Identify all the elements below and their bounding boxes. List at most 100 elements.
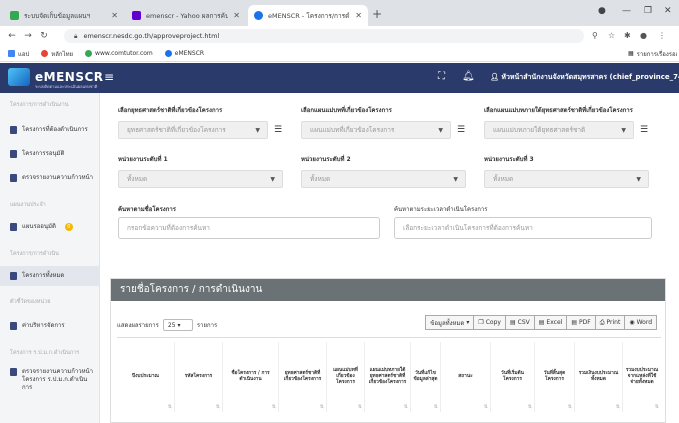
project-search-input[interactable]: กรอกข้อความที่ต้องการค้นหา [118,217,380,239]
column-header[interactable]: วันที่แก้ไขข้อมูลล่าสุด ⇅ [411,342,441,412]
bookmark-favicon-icon [85,50,93,57]
reading-list[interactable]: ▦ รายการเรื่องรออ่าน [628,49,677,59]
org-level-2-select[interactable]: ทั้งหมด ▼ [301,170,466,188]
sort-icon: ⇅ [215,404,220,410]
apps-grid-icon [8,50,15,57]
sub-plan-filter-label: เลือกแผนแม่บทภายใต้ยุทธศาสตร์ชาติที่เกี่… [484,107,633,114]
sidebar: โครงการ/การดำเนินงาน โครงการที่ต้องดำเนิ… [0,93,100,423]
sidebar-item-progress-review[interactable]: ตรวจรายงานความก้าวหน้า [10,174,95,182]
column-header[interactable]: วันที่เริ่มต้นโครงการ ⇅ [491,342,535,412]
bookmark-favicon-icon [41,50,49,57]
reload-icon[interactable]: ↻ [36,31,52,41]
sub-plan-select[interactable]: แผนแม่บทภายใต้ยุทธศาสตร์ชาติ ▼ [484,121,634,139]
column-header[interactable]: รหัสโครงการ ⇅ [175,342,223,412]
bookmark-item[interactable]: eMENSCR [164,50,204,57]
sort-icon: ⇅ [319,404,324,410]
column-header[interactable]: ปีงบประมาณ ⇅ [117,342,175,412]
bookmark-favicon-icon [164,50,172,57]
chevron-down-icon: ▾ [466,319,470,326]
print-button[interactable]: ⎙ Print [594,315,626,330]
browser-tab-bar: ระบบจัดเก็บข้อมูลแผนฯ ✕ emenscr - Yahoo … [0,0,679,26]
sidebar-item-projects-pending[interactable]: โครงการรอนุมัติ [10,150,95,158]
new-tab-button[interactable]: + [372,7,382,21]
hamburger-menu-icon[interactable]: ≡ [104,70,114,84]
sort-icon: ⇅ [167,404,172,410]
sort-icon: ⇅ [483,404,488,410]
user-icon: 👤︎ [490,73,499,81]
sort-icon: ⇅ [271,404,276,410]
page-length-select[interactable]: 25 ▾ [162,319,193,331]
account-icon[interactable]: ● [640,31,647,40]
chevron-down-icon: ▼ [453,176,458,183]
master-plan-select[interactable]: แผนแม่บทที่เกี่ยวข้องโครงการ ▼ [301,121,451,139]
close-tab-icon[interactable]: ✕ [233,11,240,20]
org-level-3-select[interactable]: ทั้งหมด ▼ [484,170,649,188]
profile-icon[interactable]: ● [598,6,606,16]
column-header[interactable]: รวมเงินงบประมาณทั้งหมด ⇅ [575,342,623,412]
grid-icon [10,272,17,280]
extensions-icon[interactable]: ✱ [624,31,631,40]
column-header[interactable]: แผนแม่บทที่เกี่ยวข้องโครงการ ⇅ [327,342,365,412]
tab-favicon-icon [254,11,263,20]
results-panel: รายชื่อโครงการ / การดำเนินงาน แสดงผลรายก… [110,278,666,423]
column-header[interactable]: แผนแม่บทภายใต้ยุทธศาสตร์ชาติที่เกี่ยวข้อ… [365,342,411,412]
sidebar-item-projects-todo[interactable]: โครงการที่ต้องดำเนินการ [10,126,95,134]
copy-icon: ❐ [478,319,484,326]
print-icon: ⎙ [599,318,605,326]
column-header[interactable]: สถานะ ⇅ [441,342,491,412]
document-icon [10,174,17,182]
column-visibility-button[interactable]: ข้อมูลทั้งหมด ▾ [425,315,475,330]
count-badge: 0 [64,223,73,231]
period-search-input[interactable]: เลือกระยะเวลาดำเนินโครงการที่ต้องการค้นห… [394,217,652,239]
browser-tab-2[interactable]: emenscr - Yahoo ผลการค้นหา ✕ [126,5,246,26]
fullscreen-icon[interactable]: ⛶ [438,71,445,82]
browser-tab-1[interactable]: ระบบจัดเก็บข้อมูลแผนฯ ✕ [4,5,124,26]
menu-dots-icon[interactable]: ⋮ [658,31,666,40]
column-header[interactable]: ยุทธศาสตร์ชาติที่เกี่ยวข้องโครงการ ⇅ [279,342,327,412]
sort-icon: ⇅ [567,404,572,410]
pdf-button[interactable]: ▤ PDF [566,315,596,330]
close-tab-icon[interactable]: ✕ [111,11,118,20]
back-arrow-icon[interactable]: ← [4,31,20,41]
strategy-select[interactable]: ยุทธศาสตร์ชาติที่เกี่ยวข้องโครงการ ▼ [118,121,268,139]
sidebar-item-indicators[interactable]: ค่าบริหารจัดการ [10,322,95,330]
close-window-button[interactable]: ✕ [664,6,672,16]
bookmark-item[interactable]: หลักไทย [41,49,73,59]
master-plan-filter-label: เลือกแผนแม่บทที่เกี่ยวข้องโครงการ [301,107,392,114]
sidebar-item-rpmk-progress[interactable]: ตรวจรายงานความก้าวหน้าโครงการ ร.ป.ม.ก.ดำ… [10,368,95,392]
bell-icon[interactable]: 🔔︎ [462,71,475,82]
user-label: หัวหน้าสำนักงานจังหวัดสมุทรสาคร (chief_p… [501,73,679,81]
sort-icon: ⇅ [403,404,408,410]
word-button[interactable]: ◉ Word [624,315,657,330]
zoom-icon[interactable]: ⚲ [592,31,598,40]
list-icon[interactable]: ☰ [455,124,467,136]
close-tab-icon[interactable]: ✕ [355,11,362,20]
address-bar-row: ← → ↻ 🔒︎ emenscr.nesdc.go.th/approveproj… [0,26,679,46]
url-field[interactable]: 🔒︎ emenscr.nesdc.go.th/approveproject.ht… [64,29,584,43]
file-icon: ▤ [538,319,545,326]
sidebar-item-plans-pending[interactable]: แผนรออนุมัติ 0 [10,223,95,231]
csv-button[interactable]: ▤ CSV [504,315,535,330]
list-icon[interactable]: ☰ [638,124,650,136]
maximize-button[interactable]: ❐ [644,6,652,16]
column-header[interactable]: วันที่สิ้นสุดโครงการ ⇅ [535,342,575,412]
forward-arrow-icon[interactable]: → [20,31,36,41]
chevron-down-icon: ▼ [621,127,626,134]
bookmark-apps[interactable]: แอป [8,49,29,59]
chevron-down-icon: ▼ [270,176,275,183]
column-header[interactable]: ชื่อโครงการ / การดำเนินงาน ⇅ [223,342,279,412]
column-header[interactable]: รวมงบประมาณจากแหล่งที่ใช้จ่ายทั้งหมด ⇅ [623,342,661,412]
reading-list-icon: ▦ [628,50,634,57]
list-icon[interactable]: ☰ [272,124,284,136]
org-level-1-select[interactable]: ทั้งหมด ▼ [118,170,283,188]
copy-button[interactable]: ❐ Copy [473,315,506,330]
sidebar-item-all-projects[interactable]: โครงการทั้งหมด [0,266,100,286]
browser-tab-3[interactable]: eMENSCR - โครงการ/การดำเนินงาน ✕ [248,5,368,26]
star-icon[interactable]: ☆ [608,31,615,40]
minimize-button[interactable]: — [622,6,631,16]
excel-button[interactable]: ▤ Excel [533,315,568,330]
bookmark-item[interactable]: www.comtutor.com [85,50,153,57]
user-menu[interactable]: 👤︎ หัวหน้าสำนักงานจังหวัดสมุทรสาคร (chie… [490,72,679,83]
document-icon [10,150,17,158]
chevron-down-icon: ▼ [636,176,641,183]
